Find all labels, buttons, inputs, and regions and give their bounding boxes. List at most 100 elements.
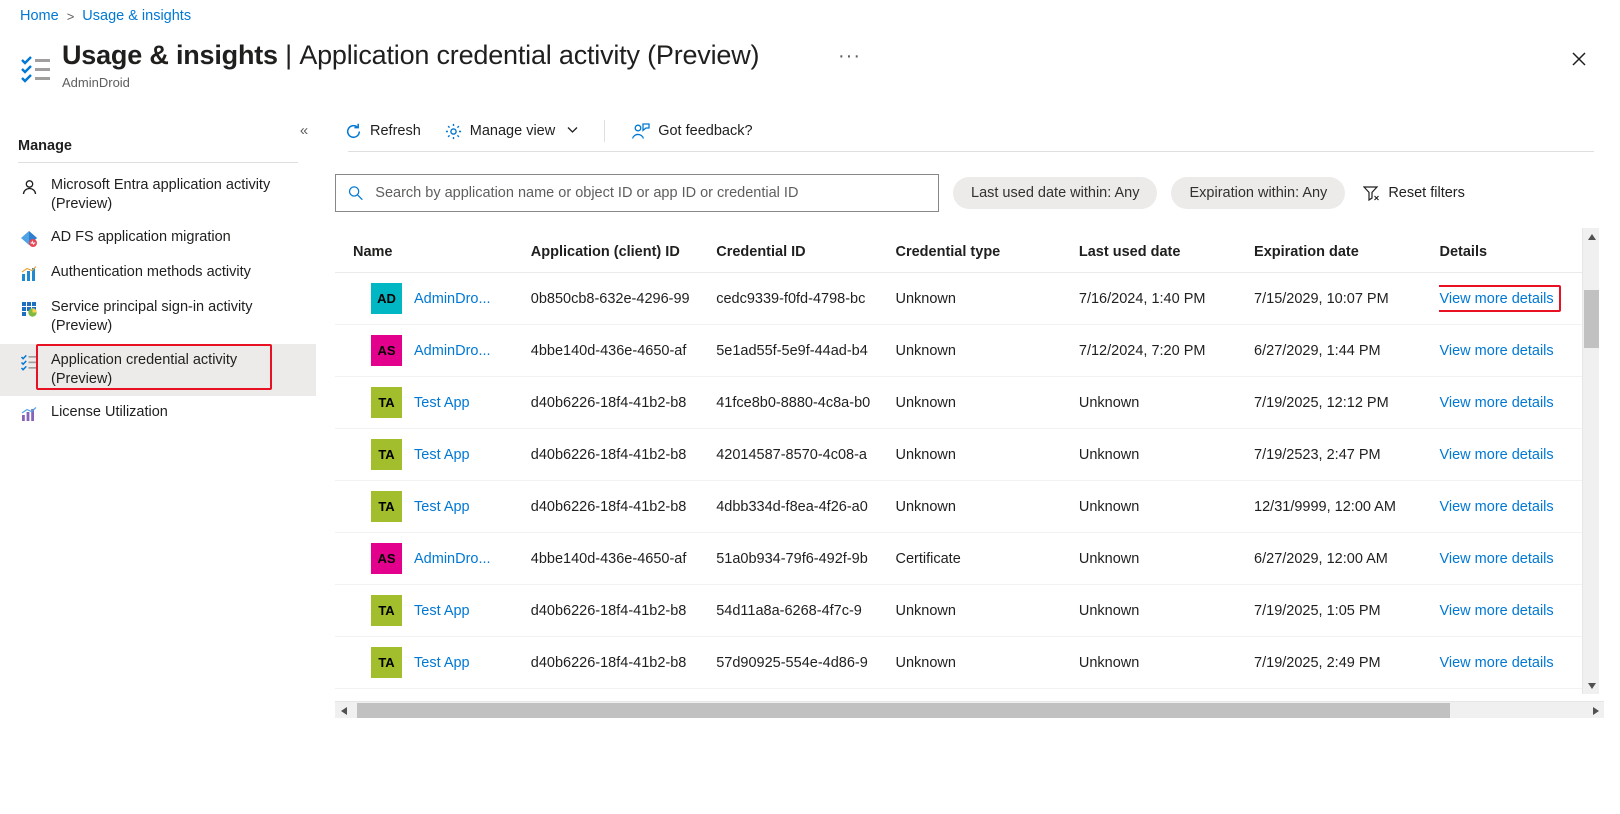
- avatar: TA: [371, 595, 402, 626]
- column-header-credential-type[interactable]: Credential type: [895, 228, 1079, 273]
- cell-name: AS AdminDro...: [335, 532, 531, 585]
- close-icon: [1572, 52, 1586, 66]
- blade-checklist-icon: [18, 52, 52, 86]
- application-name-link[interactable]: Test App: [414, 499, 470, 515]
- search-box[interactable]: [335, 174, 939, 212]
- view-more-details-link[interactable]: View more details: [1439, 655, 1553, 671]
- cell-credential-id: 5e1ad55f-5e9f-44ad-b4: [716, 324, 896, 377]
- table-row[interactable]: AS AdminDro... 4bbe140d-436e-4650-af 51a0b9…: [335, 532, 1587, 585]
- cell-expiration-date: 7/15/2029, 10:07 PM: [1254, 272, 1440, 325]
- application-name-link[interactable]: AdminDro...: [414, 551, 491, 567]
- sidebar-item-label: AD FS application migration: [51, 229, 231, 246]
- breadcrumb-home[interactable]: Home: [20, 8, 59, 24]
- close-blade-button[interactable]: [1564, 44, 1594, 74]
- sidebar-item-label: Service principal sign-in activity (Prev…: [51, 299, 253, 335]
- cell-name: TA Test App: [335, 376, 531, 429]
- scroll-down-arrow-icon[interactable]: [1583, 677, 1600, 694]
- search-input[interactable]: [373, 184, 926, 202]
- scroll-up-arrow-icon[interactable]: [1583, 228, 1600, 245]
- sidebar-divider: [18, 162, 298, 163]
- line-chart-icon: [18, 404, 40, 424]
- sidebar-item-adfs-application-migration[interactable]: AD FS application migration: [0, 221, 316, 256]
- breadcrumb-usage-insights[interactable]: Usage & insights: [82, 8, 191, 24]
- column-header-credential-id[interactable]: Credential ID: [716, 228, 896, 273]
- view-more-details-link[interactable]: View more details: [1439, 499, 1553, 515]
- table-header: Name Application (client) ID Credential …: [335, 228, 1587, 273]
- cell-application-id: d40b6226-18f4-41b2-b8: [530, 584, 717, 637]
- cell-details: View more details: [1439, 324, 1587, 377]
- column-header-application-id[interactable]: Application (client) ID: [530, 228, 717, 273]
- column-header-name[interactable]: Name: [335, 228, 531, 273]
- page-title-sub: Application credential activity (Preview…: [299, 40, 760, 70]
- sidebar: Manage Microsoft Entra application activ…: [0, 138, 316, 431]
- cell-expiration-date: 7/19/2025, 12:12 PM: [1254, 376, 1440, 429]
- feedback-person-icon: [632, 122, 650, 139]
- table-header-row: Name Application (client) ID Credential …: [335, 228, 1587, 273]
- view-more-details-link[interactable]: View more details: [1439, 343, 1553, 359]
- table-row[interactable]: TA Test App d40b6226-18f4-41b2-b8 54d11a8a-…: [335, 584, 1587, 637]
- table-row[interactable]: AS AdminDro... 4bbe140d-436e-4650-af 5e1ad5…: [335, 324, 1587, 377]
- reset-filters-button[interactable]: Reset filters: [1363, 185, 1465, 201]
- cell-credential-type: Unknown: [895, 584, 1079, 637]
- view-more-details-link[interactable]: View more details: [1439, 551, 1553, 567]
- table-body: AD AdminDro... 0b850cb8-632e-4296-99 cedc93…: [335, 272, 1587, 689]
- horizontal-scroll-thumb[interactable]: [357, 703, 1450, 718]
- cell-application-id: 4bbe140d-436e-4650-af: [530, 324, 717, 377]
- page-title-main: Usage & insights: [62, 40, 278, 70]
- table-vertical-scrollbar[interactable]: [1582, 228, 1599, 694]
- table-row[interactable]: TA Test App d40b6226-18f4-41b2-b8 41fce8b0-…: [335, 376, 1587, 429]
- column-header-expiration-date[interactable]: Expiration date: [1254, 228, 1440, 273]
- scroll-right-arrow-icon[interactable]: [1587, 702, 1604, 719]
- sidebar-item-authentication-methods-activity[interactable]: Authentication methods activity: [0, 256, 316, 291]
- cell-expiration-date: 6/27/2029, 1:44 PM: [1254, 324, 1440, 377]
- sidebar-item-label: License Utilization: [51, 403, 168, 420]
- cell-credential-id: 4dbb334d-f8ea-4f26-a0: [716, 480, 896, 533]
- refresh-button[interactable]: Refresh: [335, 118, 431, 145]
- cell-name: AD AdminDro...: [335, 272, 531, 325]
- cell-last-used-date: Unknown: [1078, 428, 1255, 481]
- sidebar-item-application-credential-activity[interactable]: Application credential activity (Preview…: [0, 343, 316, 396]
- vertical-scroll-thumb[interactable]: [1584, 290, 1599, 348]
- cell-last-used-date: 7/16/2024, 1:40 PM: [1078, 272, 1255, 325]
- cell-details: View more details: [1439, 636, 1587, 689]
- table-row[interactable]: TA Test App d40b6226-18f4-41b2-b8 57d90925-…: [335, 636, 1587, 689]
- application-name-link[interactable]: Test App: [414, 603, 470, 619]
- application-name-link[interactable]: Test App: [414, 395, 470, 411]
- cell-application-id: 0b850cb8-632e-4296-99: [530, 272, 717, 325]
- view-more-details-link[interactable]: View more details: [1439, 291, 1553, 307]
- table-horizontal-scrollbar[interactable]: [335, 701, 1604, 718]
- page-title-block: Usage & insights | Application credentia…: [62, 40, 760, 91]
- application-name-link[interactable]: AdminDro...: [414, 343, 491, 359]
- cell-credential-type: Unknown: [895, 324, 1079, 377]
- grid-pie-icon: [18, 299, 40, 319]
- cell-credential-type: Unknown: [895, 428, 1079, 481]
- scroll-left-arrow-icon[interactable]: [335, 702, 352, 719]
- view-more-details-link[interactable]: View more details: [1439, 395, 1553, 411]
- filter-last-used-date[interactable]: Last used date within: Any: [953, 177, 1158, 209]
- command-bar-underline: [348, 151, 1594, 152]
- page-subtitle: AdminDroid: [62, 75, 130, 91]
- cell-credential-type: Unknown: [895, 480, 1079, 533]
- filter-expiration-within[interactable]: Expiration within: Any: [1171, 177, 1346, 209]
- avatar: TA: [371, 491, 402, 522]
- cell-credential-id: 42014587-8570-4c08-a: [716, 428, 896, 481]
- view-more-details-link[interactable]: View more details: [1439, 447, 1553, 463]
- more-options-icon[interactable]: ···: [838, 46, 861, 66]
- sidebar-item-service-principal-signin-activity[interactable]: Service principal sign-in activity (Prev…: [0, 291, 316, 343]
- column-header-details[interactable]: Details: [1439, 228, 1587, 273]
- got-feedback-button[interactable]: Got feedback?: [621, 118, 762, 145]
- column-header-last-used-date[interactable]: Last used date: [1078, 228, 1255, 273]
- manage-view-button[interactable]: Manage view: [435, 118, 588, 145]
- sidebar-item-license-utilization[interactable]: License Utilization: [0, 396, 316, 431]
- application-name-link[interactable]: Test App: [414, 655, 470, 671]
- application-name-link[interactable]: Test App: [414, 447, 470, 463]
- view-more-details-link[interactable]: View more details: [1439, 603, 1553, 619]
- table-row[interactable]: AD AdminDro... 0b850cb8-632e-4296-99 cedc93…: [335, 272, 1587, 325]
- sidebar-item-entra-application-activity[interactable]: Microsoft Entra application activity (Pr…: [0, 169, 316, 221]
- application-name-link[interactable]: AdminDro...: [414, 291, 491, 307]
- table-row[interactable]: TA Test App d40b6226-18f4-41b2-b8 4dbb334d-…: [335, 480, 1587, 533]
- table-row[interactable]: TA Test App d40b6226-18f4-41b2-b8 42014587-…: [335, 428, 1587, 481]
- cell-name: TA Test App: [335, 584, 531, 637]
- cell-expiration-date: 6/27/2029, 12:00 AM: [1254, 532, 1440, 585]
- cell-credential-id: cedc9339-f0fd-4798-bc: [716, 272, 896, 325]
